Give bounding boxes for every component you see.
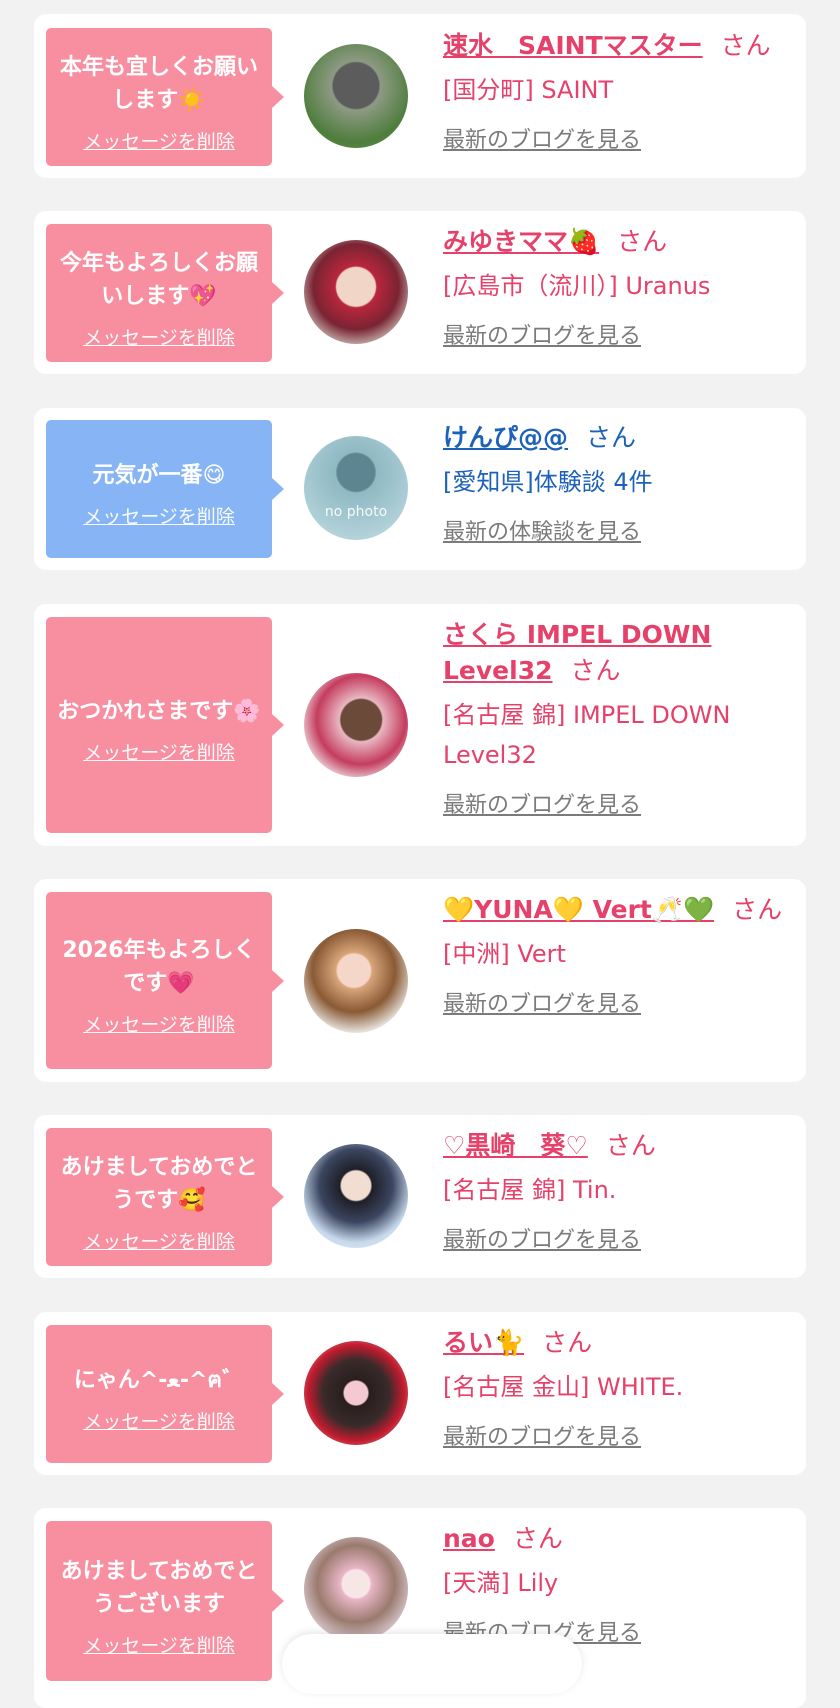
honorific: さん bbox=[732, 895, 783, 924]
honorific: さん bbox=[542, 1328, 593, 1357]
message-text: 本年も宜しくお願いします☀️ bbox=[59, 54, 258, 113]
profile-info: 💛YUNA💛 Vert🥂💚 さん [中洲] Vert 最新のブログを見る bbox=[443, 892, 803, 1018]
profile-info: さくら IMPEL DOWN Level32 さん [名古屋 錦] IMPEL D… bbox=[443, 617, 803, 819]
message-bubble: 2026年もよろしくです💗 メッセージを削除 bbox=[46, 892, 284, 1069]
message-text: 2026年もよろしくです💗 bbox=[62, 938, 256, 996]
user-name-link[interactable]: みゆきママ🍓 bbox=[443, 227, 599, 256]
user-name-link[interactable]: nao bbox=[443, 1524, 495, 1553]
delete-message-link[interactable]: メッセージを削除 bbox=[83, 323, 235, 350]
message-text: 今年もよろしくお願いします💖 bbox=[59, 250, 258, 309]
profile-info: けんぴ@@ さん [愛知県]体験談 4件 最新の体験談を見る bbox=[443, 420, 803, 546]
delete-message-link[interactable]: メッセージを削除 bbox=[83, 1010, 235, 1037]
shop-label: [名古屋 金山] WHITE. bbox=[443, 1373, 684, 1401]
delete-message-link[interactable]: メッセージを削除 bbox=[83, 1227, 235, 1254]
user-name-link[interactable]: 速水 SAINTマスター bbox=[443, 31, 703, 60]
avatar[interactable] bbox=[304, 673, 408, 777]
delete-message-link[interactable]: メッセージを削除 bbox=[83, 502, 235, 529]
honorific: さん bbox=[570, 656, 621, 685]
message-card: おつかれさまです🌸 メッセージを削除 さくら IMPEL DOWN Level3… bbox=[34, 604, 806, 846]
honorific: さん bbox=[720, 31, 771, 60]
message-text: 元気が一番😋 bbox=[92, 463, 226, 488]
latest-blog-link[interactable]: 最新のブログを見る bbox=[443, 318, 803, 350]
latest-blog-link[interactable]: 最新のブログを見る bbox=[443, 1222, 803, 1254]
latest-blog-link[interactable]: 最新のブログを見る bbox=[443, 1419, 803, 1451]
message-card: 今年もよろしくお願いします💖 メッセージを削除 みゆきママ🍓 さん [広島市（流川… bbox=[34, 211, 806, 374]
message-bubble: 元気が一番😋 メッセージを削除 bbox=[46, 420, 284, 558]
message-text: あけましておめでとうございます bbox=[60, 1558, 258, 1617]
bottom-overlay-pill[interactable] bbox=[282, 1634, 582, 1694]
message-card: にゃん^-ﻌ-^ฅ゛ メッセージを削除 るい🐈 さん [名古屋 金山] WHITE… bbox=[34, 1312, 806, 1475]
avatar[interactable] bbox=[304, 929, 408, 1033]
shop-label: [名古屋 錦] Tin. bbox=[443, 1176, 617, 1204]
message-text: おつかれさまです🌸 bbox=[57, 699, 261, 724]
avatar[interactable] bbox=[304, 1144, 408, 1248]
message-bubble: あけましておめでとうございます メッセージを削除 bbox=[46, 1521, 284, 1681]
message-bubble: あけましておめでとうです🥰 メッセージを削除 bbox=[46, 1128, 284, 1266]
message-card: 本年も宜しくお願いします☀️ メッセージを削除 速水 SAINTマスター さん [… bbox=[34, 14, 806, 178]
message-bubble: 今年もよろしくお願いします💖 メッセージを削除 bbox=[46, 224, 284, 362]
latest-blog-link[interactable]: 最新のブログを見る bbox=[443, 787, 803, 819]
message-text: あけましておめでとうです🥰 bbox=[60, 1154, 258, 1213]
honorific: さん bbox=[605, 1131, 656, 1160]
shop-label: [名古屋 錦] IMPEL DOWN Level32 bbox=[443, 701, 731, 769]
latest-blog-link[interactable]: 最新のブログを見る bbox=[443, 122, 803, 154]
profile-info: みゆきママ🍓 さん [広島市（流川）] Uranus 最新のブログを見る bbox=[443, 224, 803, 350]
avatar[interactable] bbox=[304, 44, 408, 148]
shop-label: [天満] Lily bbox=[443, 1569, 559, 1597]
shop-label: [国分町] SAINT bbox=[443, 76, 614, 104]
no-photo-label: no photo bbox=[324, 504, 388, 520]
honorific: さん bbox=[617, 227, 668, 256]
message-card: あけましておめでとうです🥰 メッセージを削除 ♡黒崎 葵♡ さん [名古屋 錦] … bbox=[34, 1115, 806, 1278]
delete-message-link[interactable]: メッセージを削除 bbox=[83, 1407, 235, 1434]
message-card: 元気が一番😋 メッセージを削除 no photo けんぴ@@ さん [愛知県]体験… bbox=[34, 408, 806, 570]
avatar[interactable] bbox=[304, 240, 408, 344]
latest-blog-link[interactable]: 最新のブログを見る bbox=[443, 986, 803, 1018]
honorific: さん bbox=[512, 1524, 563, 1553]
message-bubble: 本年も宜しくお願いします☀️ メッセージを削除 bbox=[46, 28, 284, 166]
delete-message-link[interactable]: メッセージを削除 bbox=[83, 127, 235, 154]
message-bubble: にゃん^-ﻌ-^ฅ゛ メッセージを削除 bbox=[46, 1325, 284, 1463]
avatar[interactable] bbox=[304, 1341, 408, 1445]
profile-info: るい🐈 さん [名古屋 金山] WHITE. 最新のブログを見る bbox=[443, 1325, 803, 1451]
avatar[interactable] bbox=[304, 1537, 408, 1641]
delete-message-link[interactable]: メッセージを削除 bbox=[83, 738, 235, 765]
shop-label: [広島市（流川）] Uranus bbox=[443, 272, 711, 300]
user-name-link[interactable]: 💛YUNA💛 Vert🥂💚 bbox=[443, 895, 714, 924]
user-name-link[interactable]: るい🐈 bbox=[443, 1328, 524, 1357]
profile-info: ♡黒崎 葵♡ さん [名古屋 錦] Tin. 最新のブログを見る bbox=[443, 1128, 803, 1254]
message-card: 2026年もよろしくです💗 メッセージを削除 💛YUNA💛 Vert🥂💚 さん [… bbox=[34, 879, 806, 1082]
profile-info: naoさん [天満] Lily 最新のブログを見る bbox=[443, 1521, 803, 1647]
message-text: にゃん^-ﻌ-^ฅ゛ bbox=[73, 1368, 245, 1393]
profile-info: 速水 SAINTマスター さん [国分町] SAINT 最新のブログを見る bbox=[443, 28, 803, 154]
shop-label: [中洲] Vert bbox=[443, 940, 566, 968]
avatar-placeholder[interactable]: no photo bbox=[304, 436, 408, 540]
latest-experience-link[interactable]: 最新の体験談を見る bbox=[443, 514, 803, 546]
delete-message-link[interactable]: メッセージを削除 bbox=[83, 1631, 235, 1658]
user-name-link[interactable]: ♡黒崎 葵♡ bbox=[443, 1131, 588, 1160]
honorific: さん bbox=[586, 423, 637, 452]
user-name-link[interactable]: けんぴ@@ bbox=[443, 423, 568, 452]
shop-label: [愛知県]体験談 4件 bbox=[443, 468, 653, 496]
message-bubble: おつかれさまです🌸 メッセージを削除 bbox=[46, 617, 284, 833]
